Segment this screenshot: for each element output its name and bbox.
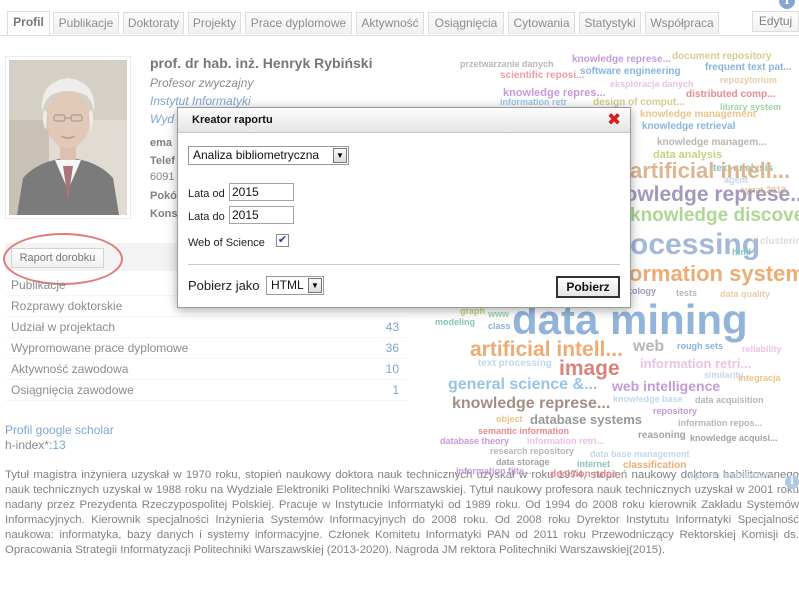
dialog-header: Kreator raportu ✖: [178, 108, 630, 133]
wos-checkbox[interactable]: ✔: [276, 234, 289, 247]
year-to-label: Lata do: [188, 211, 225, 223]
chevron-down-icon[interactable]: ▼: [333, 148, 347, 163]
year-from-label: Lata od: [188, 188, 225, 200]
report-type-value: Analiza bibliometryczna: [193, 148, 320, 162]
dialog-title: Kreator raportu: [192, 114, 273, 126]
divider: [188, 264, 620, 265]
format-select[interactable]: HTML ▼: [266, 276, 324, 295]
close-icon[interactable]: ✖: [607, 110, 621, 130]
year-from-input[interactable]: 2015: [229, 183, 294, 201]
format-label: Pobierz jako: [188, 278, 260, 293]
chevron-down-icon[interactable]: ▼: [308, 278, 322, 293]
wos-label: Web of Science: [188, 237, 265, 249]
download-button[interactable]: Pobierz: [556, 276, 620, 298]
year-to-input[interactable]: 2015: [229, 206, 294, 224]
format-value: HTML: [271, 278, 304, 292]
profile-page: Profil Publikacje Doktoraty Projekty Pra…: [0, 0, 799, 607]
report-type-select[interactable]: Analiza bibliometryczna ▼: [188, 146, 349, 165]
report-creator-dialog: Kreator raportu ✖ Analiza bibliometryczn…: [177, 107, 631, 308]
